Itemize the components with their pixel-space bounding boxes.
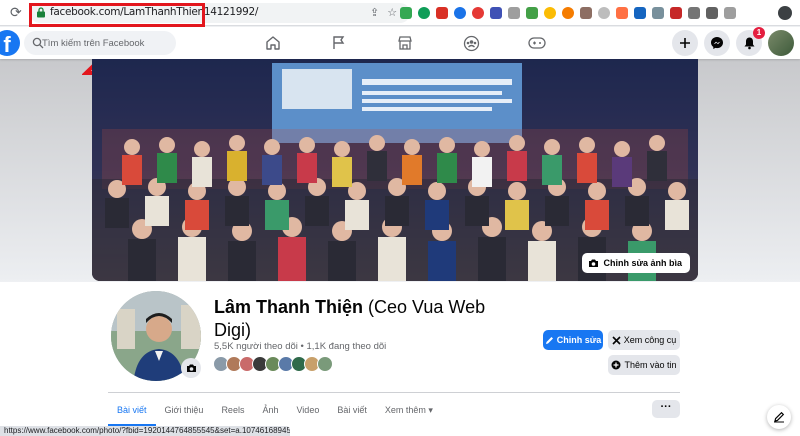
tools-icon [612, 335, 621, 345]
extension-circle-icon[interactable] [598, 7, 610, 19]
extension-window-icon[interactable] [490, 7, 502, 19]
bell-icon [744, 37, 754, 50]
omnibox-actions: ⇪ ☆ [362, 6, 397, 19]
cover-photo[interactable]: Chỉnh sửa ảnh bìa [92, 59, 698, 281]
follow-stats[interactable]: 5,5K người theo dõi • 1,1K đang theo dõi [214, 341, 386, 352]
nav-gaming[interactable] [504, 27, 570, 59]
tab-about[interactable]: Giới thiệu [156, 396, 213, 426]
plus-icon [680, 38, 690, 48]
tab-posts-2[interactable]: Bài viết [328, 396, 376, 426]
nav-home[interactable] [240, 27, 306, 59]
side-panel-icon[interactable] [724, 7, 736, 19]
extension-gray2-icon[interactable] [652, 7, 664, 19]
profile-name: Lâm Thanh Thiện (Ceo Vua Web Digi) [214, 296, 504, 342]
home-icon [266, 36, 280, 50]
cover-image [92, 59, 698, 281]
browser-status-bar: https://www.facebook.com/photo/?fbid=192… [0, 426, 290, 436]
extension-grammarly-icon[interactable] [418, 7, 430, 19]
extension-shield-icon[interactable] [580, 7, 592, 19]
friend-avatars [213, 356, 333, 372]
tab-videos[interactable]: Video [287, 396, 328, 426]
extension-chrome-icon[interactable] [544, 7, 556, 19]
reload-icon[interactable]: ⟳ [10, 5, 24, 19]
messenger-button[interactable] [704, 30, 730, 56]
profile-divider [108, 392, 680, 393]
browser-profile-icon[interactable] [778, 6, 792, 20]
extension-red-icon[interactable] [472, 7, 484, 19]
extension-green-icon[interactable] [526, 7, 538, 19]
extension-calendar-icon[interactable] [670, 7, 682, 19]
extension-x-icon[interactable] [634, 7, 646, 19]
extensions-puzzle-icon[interactable] [706, 7, 718, 19]
profile-name-main: Lâm Thanh Thiện [214, 297, 364, 317]
notification-badge: 1 [753, 27, 765, 39]
facebook-logo[interactable]: f [0, 30, 20, 57]
camera-icon [589, 259, 599, 267]
extension-download-icon[interactable] [400, 7, 412, 19]
plus-circle-icon [611, 360, 621, 370]
messenger-icon [711, 37, 723, 49]
extension-figure-icon[interactable] [616, 7, 628, 19]
facebook-navbar: f 1 [0, 27, 800, 59]
new-message-button[interactable] [767, 405, 791, 429]
add-to-story-label: Thêm vào tin [624, 360, 677, 370]
extensions-bar [400, 7, 736, 19]
tab-reels[interactable]: Reels [212, 396, 253, 426]
account-avatar[interactable] [768, 30, 794, 56]
more-options-button[interactable]: ··· [652, 400, 680, 418]
groups-icon [463, 35, 479, 51]
notifications-button[interactable]: 1 [736, 27, 765, 56]
camera-icon [186, 364, 196, 372]
view-tools-label: Xem công cụ [623, 335, 677, 345]
edit-profile-button[interactable]: Chỉnh sửa [543, 330, 603, 350]
nav-groups[interactable] [438, 27, 504, 59]
friend-avatar[interactable] [317, 356, 333, 372]
nav-pages[interactable] [306, 27, 372, 59]
url-highlight-box [29, 3, 205, 27]
nav-center-tabs [240, 27, 570, 59]
edit-cover-button[interactable]: Chỉnh sửa ảnh bìa [582, 253, 690, 273]
edit-cover-label: Chỉnh sửa ảnh bìa [603, 258, 682, 268]
extension-blue-icon[interactable] [454, 7, 466, 19]
create-button[interactable] [672, 30, 698, 56]
pencil-icon [545, 336, 553, 344]
compose-icon [774, 411, 785, 423]
extension-orange-icon[interactable] [562, 7, 574, 19]
share-icon[interactable]: ⇪ [370, 7, 379, 19]
store-icon [398, 36, 412, 50]
flag-icon [333, 36, 345, 49]
edit-profile-label: Chỉnh sửa [556, 335, 602, 345]
extension-gear-icon[interactable] [688, 7, 700, 19]
tab-photos[interactable]: Ảnh [253, 396, 287, 426]
add-to-story-button[interactable]: Thêm vào tin [608, 355, 680, 375]
search-input[interactable] [42, 31, 172, 55]
tab-see-more[interactable]: Xem thêm ▾ [376, 396, 442, 426]
gamepad-icon [528, 37, 546, 49]
update-avatar-button[interactable] [181, 358, 201, 378]
facebook-search[interactable] [24, 31, 176, 55]
extension-chart-icon[interactable] [436, 7, 448, 19]
nav-marketplace[interactable] [372, 27, 438, 59]
nav-right-actions: 1 [672, 27, 794, 56]
profile-tabs: Bài viết Giới thiệu Reels Ảnh Video Bài … [108, 396, 442, 426]
extension-gray-icon[interactable] [508, 7, 520, 19]
bookmark-star-icon[interactable]: ☆ [387, 7, 397, 19]
tab-posts[interactable]: Bài viết [108, 396, 156, 426]
view-tools-button[interactable]: Xem công cụ [608, 330, 680, 350]
